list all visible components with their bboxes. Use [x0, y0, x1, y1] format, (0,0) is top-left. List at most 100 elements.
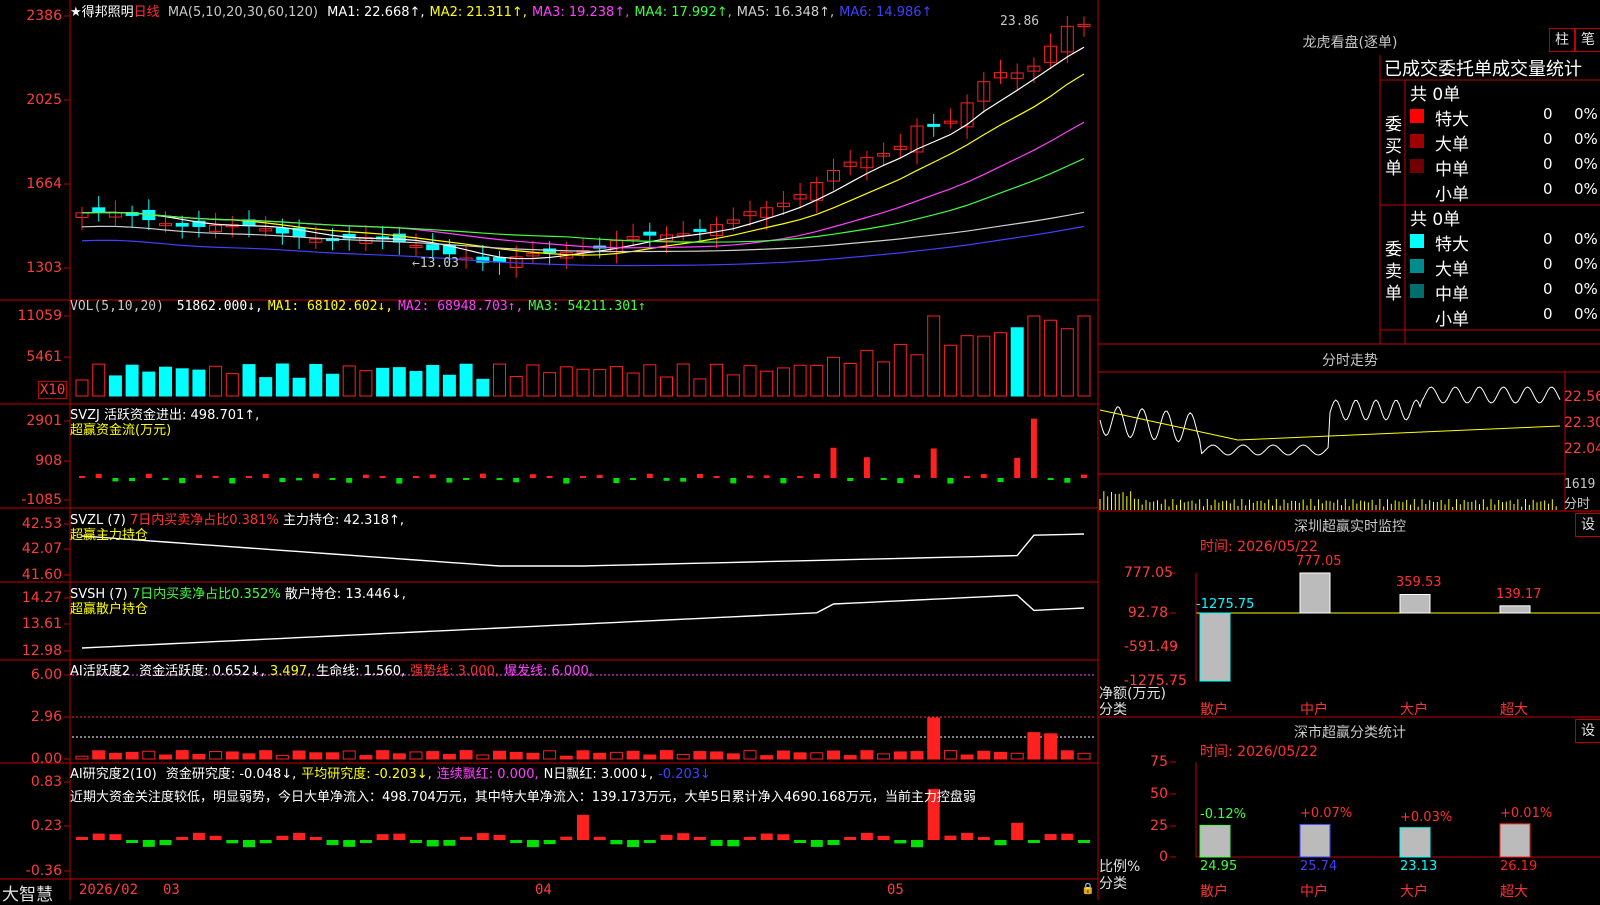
- classify-time: 时间: 2026/05/22: [1200, 744, 1318, 760]
- ma-values: MA1: 22.668↑, MA2: 21.311↑, MA3: 19.238↑, M…: [322, 5, 932, 20]
- svzl-line: [81, 533, 1085, 567]
- svzj-bar: [747, 475, 753, 478]
- svsh-pct: 7日内买卖净占比0.352%: [131, 587, 281, 602]
- ai2-bar: [961, 832, 974, 840]
- ai1-bar: [159, 754, 172, 760]
- classify-change-label: +0.03%: [1400, 809, 1453, 825]
- intraday-vol-value: 1619: [1564, 477, 1596, 492]
- ai2-bar: [159, 840, 172, 846]
- ai1-bar: [75, 755, 89, 760]
- svsh-line: [81, 594, 1085, 649]
- volume-bar: [159, 366, 172, 397]
- bar-mode-button[interactable]: 柱: [1549, 28, 1575, 52]
- volume-bar: [459, 363, 473, 397]
- ai2-bar: [911, 840, 923, 848]
- volume-bar: [994, 332, 1007, 397]
- ai2-bar: [827, 840, 840, 845]
- monitor-settings-button[interactable]: 设: [1575, 513, 1600, 537]
- axis-tick-label: 1664: [26, 176, 62, 192]
- ai2-bar: [794, 840, 807, 843]
- classify-category-label: 超大: [1500, 884, 1528, 900]
- lhb-color-swatch: [1410, 109, 1424, 123]
- ai2-bar: [393, 833, 406, 840]
- svzj-bar: [296, 478, 303, 481]
- indicator-value: MA6: 14.986↑: [839, 5, 933, 20]
- classify-cat-label: 分类: [1099, 876, 1127, 892]
- ai2-bar: [660, 834, 673, 840]
- ai1-bar: [209, 751, 223, 760]
- ai1-bar: [259, 750, 273, 760]
- ai1-bar: [242, 753, 256, 760]
- ai1-bar: [376, 750, 390, 760]
- ai2-bar: [627, 840, 640, 848]
- svzj-bar: [95, 473, 102, 478]
- volume-bar: [192, 369, 206, 397]
- lock-icon[interactable]: 🔒: [1081, 882, 1095, 895]
- classify-settings-button[interactable]: 设: [1575, 719, 1600, 743]
- lhb-color-swatch: [1410, 159, 1424, 173]
- ai1-bar: [827, 750, 840, 760]
- axis-tick-label: 908: [35, 453, 62, 469]
- period-label[interactable]: 日线: [134, 5, 160, 20]
- ai1-bar: [459, 750, 473, 760]
- intraday-frame: [1097, 371, 1566, 512]
- axis-tick-label: 2386: [26, 8, 62, 24]
- ai2-bar: [610, 840, 623, 845]
- intraday-title: 分时走势: [1322, 353, 1378, 369]
- ai1-bar: [543, 750, 557, 760]
- volume-bar: [526, 364, 540, 397]
- axis-tick-label: 13.61: [21, 616, 62, 632]
- candle-body: [175, 222, 189, 227]
- svzj-bar: [696, 473, 703, 478]
- volume-bar: [860, 349, 874, 397]
- ai1-bar: [793, 752, 807, 760]
- candle-body: [275, 227, 289, 234]
- date-label-apr: 04: [535, 882, 552, 898]
- monitor-value-label: 359.53: [1396, 575, 1442, 591]
- ai2-comment: 近期大资金关注度较低，明显弱势，今日大单净流入：498.704万元，其中特大单净…: [70, 790, 976, 805]
- volume-bar: [326, 373, 339, 397]
- ai1-bar: [676, 753, 690, 760]
- volume-bar: [793, 364, 807, 397]
- ai1-bar: [275, 755, 289, 760]
- volume-bar: [125, 364, 139, 397]
- ai1-bar: [760, 755, 774, 760]
- ai2-bar: [309, 837, 322, 840]
- volume-bar: [576, 368, 590, 397]
- lhb-row-name: 中单: [1435, 285, 1469, 305]
- candle-body: [693, 228, 707, 232]
- volume-bar: [593, 369, 607, 397]
- classify-category-label: 中户: [1300, 884, 1328, 900]
- lhb-row-name: 大单: [1435, 135, 1469, 155]
- svzj-bar: [763, 475, 770, 478]
- volume-bar: [142, 371, 156, 397]
- ai2-bar: [243, 840, 255, 848]
- monitor-bar: [1299, 572, 1331, 614]
- ai2-bar: [777, 834, 790, 840]
- ai1-name: AI活跃度2: [70, 664, 130, 679]
- ai2-bar: [359, 840, 372, 843]
- classify-category-label: 大户: [1400, 884, 1428, 900]
- classify-bar: [1399, 827, 1431, 858]
- indicator-value: -0.203↓: [658, 767, 711, 782]
- ai2-bar: [1044, 834, 1057, 840]
- svzj-bar: [429, 474, 436, 478]
- volume-bar: [75, 379, 89, 397]
- axis-tick-label: 0.23: [30, 818, 62, 834]
- ai2-bar: [276, 835, 289, 840]
- svzj-bar: [479, 473, 486, 478]
- ai1-bar: [292, 750, 306, 760]
- lhb-color-swatch: [1410, 234, 1424, 248]
- monitor-time: 时间: 2026/05/22: [1200, 539, 1318, 555]
- monitor-bar: [1499, 605, 1531, 614]
- lhb-row-value: 0: [1543, 155, 1553, 173]
- tick-mode-button[interactable]: 笔: [1575, 28, 1600, 52]
- monitor-category-label: 超大: [1500, 702, 1528, 718]
- lhb-row-value: 0: [1543, 305, 1553, 323]
- price-header: ★得邦照明日线 MA(5,10,20,30,60,120) MA1: 22.66…: [70, 1, 932, 20]
- svzj-bar: [513, 478, 520, 483]
- svzj-bar: [1014, 457, 1021, 478]
- svzj-bar: [964, 476, 971, 478]
- volume-bar: [309, 363, 323, 397]
- svzj-bar: [914, 474, 920, 478]
